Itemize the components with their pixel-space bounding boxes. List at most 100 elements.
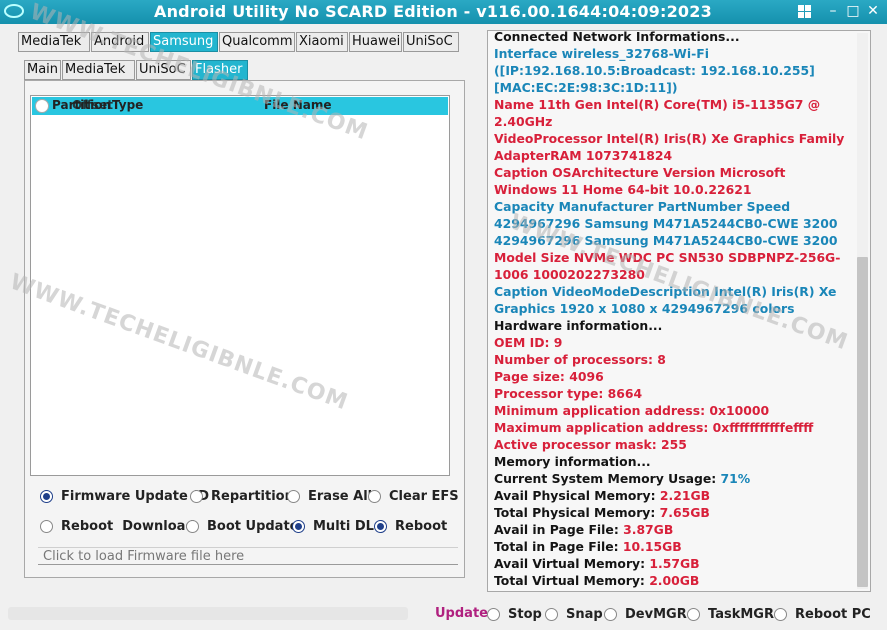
option-label: Clear EFS	[389, 489, 459, 504]
app-icon	[4, 3, 24, 21]
radio-multi-dl[interactable]	[292, 520, 305, 533]
option-firmware-update[interactable]: Firmware Update (D	[40, 489, 209, 504]
radio-reboot-pc[interactable]	[774, 608, 787, 621]
radio-clear-efs[interactable]	[368, 490, 381, 503]
memory-value: 2.00GB	[649, 573, 700, 588]
option-label: Boot Update	[207, 519, 299, 534]
memory-label: Avail Physical Memory:	[494, 488, 660, 503]
option-reboot-pc[interactable]: Reboot PC	[774, 607, 871, 622]
option-reboot[interactable]: Reboot	[374, 519, 447, 534]
subtab-unisoc[interactable]: UniSoC	[136, 60, 191, 80]
log-line: Memory information...	[494, 454, 651, 469]
update-label[interactable]: Update	[435, 606, 488, 621]
memory-label: Total Virtual Memory:	[494, 573, 650, 588]
log-line: Maximum application address: 0xfffffffff…	[494, 420, 814, 435]
log-line: Computed dimensions height:1080:width:19…	[494, 589, 850, 591]
header-offset[interactable]: Offset	[72, 98, 113, 112]
option-label: TaskMGR	[708, 607, 774, 622]
memory-line: Current System Memory Usage: 71%	[494, 470, 850, 487]
radio-erase-all[interactable]	[287, 490, 300, 503]
log-line: Model Size NVMe WDC PC SN530 SDBPNPZ-256…	[494, 250, 841, 282]
memory-label: Total Physical Memory:	[494, 505, 660, 520]
option-reboot-download[interactable]: Reboot Download	[40, 519, 195, 534]
log-line: Connected Network Informations...	[494, 30, 740, 44]
tab-huawei[interactable]: Huawei	[349, 32, 402, 52]
log-line: Active processor mask: 255	[494, 437, 687, 452]
memory-value: 71%	[720, 471, 751, 486]
radio-boot-update[interactable]	[186, 520, 199, 533]
close-button[interactable]: ✕	[864, 2, 882, 20]
option-stop[interactable]: Stop	[487, 607, 542, 622]
log-line: Page size: 4096	[494, 369, 604, 384]
memory-value: 2.21GB	[659, 488, 711, 503]
select-all-checkbox[interactable]	[35, 99, 49, 113]
memory-line: Avail Virtual Memory: 1.57GB	[494, 555, 850, 572]
options-row-2: Reboot Download Boot Update Multi DL Reb…	[40, 519, 460, 535]
tab-qualcomm[interactable]: Qualcomm	[219, 32, 295, 52]
window-title: Android Utility No SCARD Edition - v116.…	[154, 2, 712, 21]
maximize-button[interactable]: □	[844, 2, 862, 20]
radio-reboot-download[interactable]	[40, 520, 53, 533]
tab-android[interactable]: Android	[91, 32, 149, 52]
memory-line: Avail in Page File: 3.87GB	[494, 521, 850, 538]
radio-firmware-update[interactable]	[40, 490, 53, 503]
progress-bar	[8, 607, 408, 620]
radio-reboot[interactable]	[374, 520, 387, 533]
log-line: Caption OSArchitecture Version Microsoft…	[494, 165, 786, 197]
memory-line: Avail Physical Memory: 2.21GB	[494, 487, 850, 504]
radio-taskmgr[interactable]	[687, 608, 700, 621]
option-label: Reboot	[395, 519, 448, 534]
log-line: Caption VideoModeDescription Intel(R) Ir…	[494, 284, 837, 316]
title-bar: Android Utility No SCARD Edition - v116.…	[0, 0, 887, 24]
memory-line: Total in Page File: 10.15GB	[494, 538, 850, 555]
list-header: Partition Offset Type File Name	[32, 97, 448, 115]
tab-unisoc[interactable]: UniSoC	[403, 32, 459, 52]
header-file-name[interactable]: File Name	[264, 98, 332, 112]
bottom-options: Stop Snap DevMGR TaskMGR Reboot PC	[487, 607, 882, 623]
option-multi-dl[interactable]: Multi DL	[292, 519, 374, 534]
option-label: DevMGR	[625, 607, 687, 622]
radio-repartition[interactable]	[190, 490, 203, 503]
subtab-mediatek[interactable]: MediaTek	[62, 60, 135, 80]
memory-label: Current System Memory Usage:	[494, 471, 721, 486]
option-snap[interactable]: Snap	[545, 607, 603, 622]
option-label: Firmware Update (D	[61, 489, 210, 504]
option-boot-update[interactable]: Boot Update	[186, 519, 298, 534]
windows-logo-icon	[798, 4, 820, 18]
option-taskmgr[interactable]: TaskMGR	[687, 607, 774, 622]
log-line: Name 11th Gen Intel(R) Core(TM) i5-1135G…	[494, 97, 821, 129]
tab-samsung[interactable]: Samsung	[150, 32, 218, 52]
radio-devmgr[interactable]	[604, 608, 617, 621]
log-line: Capacity Manufacturer PartNumber Speed 4…	[494, 199, 838, 248]
option-repartition[interactable]: Repartition	[190, 489, 294, 504]
option-clear-efs[interactable]: Clear EFS	[368, 489, 459, 504]
option-label: Snap	[566, 607, 603, 622]
update-link[interactable]: Update	[435, 606, 488, 621]
log-content: Connected Network Informations... Interfa…	[494, 30, 850, 591]
memory-line: Total Physical Memory: 7.65GB	[494, 504, 850, 521]
subtab-flasher[interactable]: Flasher	[192, 60, 248, 80]
memory-line: Total Virtual Memory: 2.00GB	[494, 572, 850, 589]
option-label: Repartition	[211, 489, 294, 504]
log-line: Minimum application address: 0x10000	[494, 403, 770, 418]
minimize-button[interactable]: –	[824, 2, 842, 20]
firmware-file-field[interactable]: Click to load Firmware file here	[38, 547, 458, 565]
options-row-1: Firmware Update (D Repartition Erase All…	[40, 489, 460, 505]
log-line: Processor type: 8664	[494, 386, 643, 401]
option-devmgr[interactable]: DevMGR	[604, 607, 687, 622]
memory-value: 7.65GB	[659, 505, 710, 520]
tab-xiaomi[interactable]: Xiaomi	[296, 32, 348, 52]
radio-snap[interactable]	[545, 608, 558, 621]
option-erase-all[interactable]: Erase All	[287, 489, 372, 504]
log-line: VideoProcessor Intel(R) Iris(R) Xe Graph…	[494, 131, 845, 146]
header-type[interactable]: Type	[112, 98, 143, 112]
log-panel: Connected Network Informations... Interfa…	[487, 30, 871, 592]
memory-value: 3.87GB	[623, 522, 674, 537]
subtab-main[interactable]: Main	[24, 60, 61, 80]
option-label: Reboot Download	[61, 519, 195, 534]
radio-stop[interactable]	[487, 608, 500, 621]
option-label: Multi DL	[313, 519, 374, 534]
partition-list[interactable]: Partition Offset Type File Name	[30, 95, 450, 476]
log-scrollbar-thumb[interactable]	[857, 257, 868, 587]
tab-mediatek[interactable]: MediaTek	[18, 32, 90, 52]
